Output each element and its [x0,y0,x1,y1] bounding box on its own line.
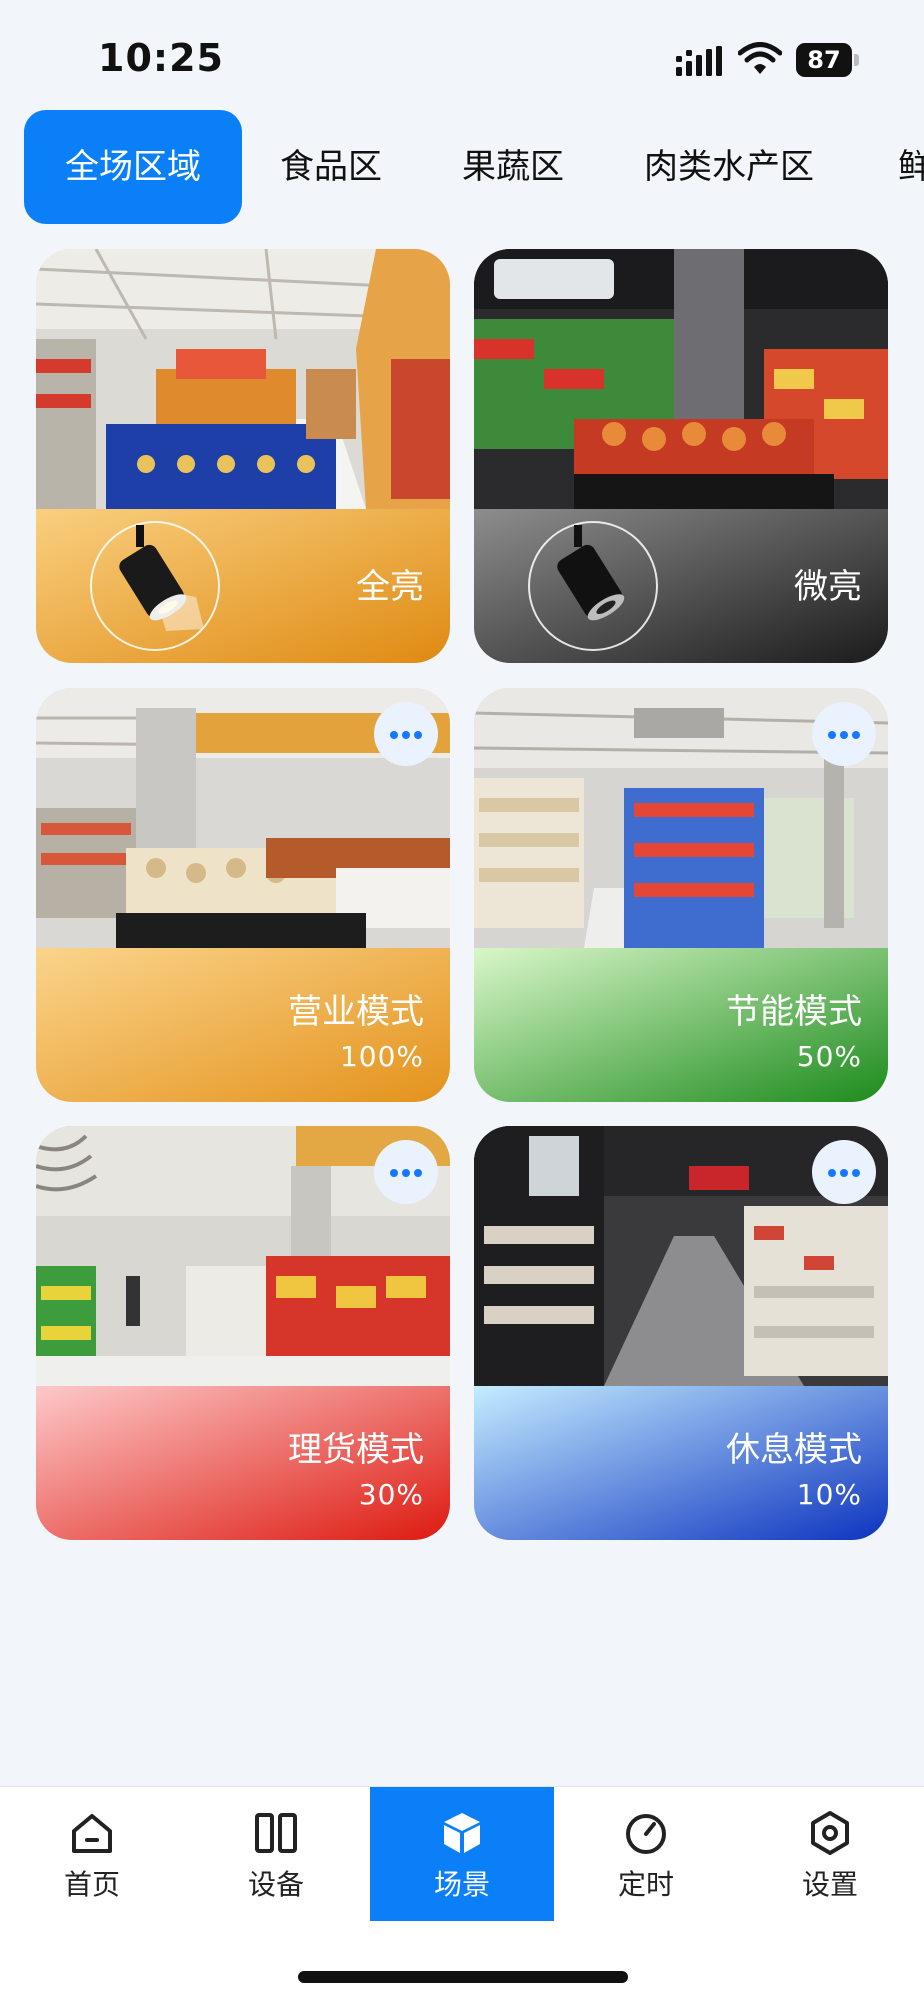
scene-brightness: 100% [339,1040,424,1073]
nav-item-timer[interactable]: 定时 [554,1787,738,1921]
tab-all-zones[interactable]: 全场区域 [24,110,242,224]
battery-level: 87 [807,46,841,74]
nav-item-devices[interactable]: 设备 [184,1787,368,1921]
scene-photo [36,249,450,509]
scene-name: 微亮 [794,567,862,607]
more-dot [414,731,422,739]
nav-item-home[interactable]: 首页 [0,1787,184,1921]
status-bar: 10:25 87 [0,0,924,110]
settings-hex-icon [811,1811,849,1855]
scene-panel: 微亮 [474,509,888,663]
more-options-button[interactable] [812,702,876,766]
devices-icon [255,1813,297,1853]
scene-panel: 休息模式 10% [474,1386,888,1540]
wifi-icon [738,42,782,74]
scene-name: 营业模式 [288,992,424,1032]
bottom-navigation: 首页 设备 场景 定时 设置 [0,1786,924,2000]
more-dot [840,1169,848,1177]
more-dot [390,731,398,739]
tab-fresh-zone[interactable]: 鲜 [898,110,924,224]
status-time: 10:25 [98,36,224,80]
battery-tip [854,54,859,66]
nav-item-scenes[interactable]: 场景 [370,1787,554,1921]
zone-tabs: 全场区域 食品区 果蔬区 肉类水产区 鲜 [0,110,924,226]
scene-card-energy-saving-mode[interactable]: 节能模式 50% [474,688,888,1102]
cellular-signal-icon [676,46,722,76]
scene-name: 休息模式 [726,1430,862,1470]
more-dot [402,1169,410,1177]
scene-panel: 全亮 [36,509,450,663]
more-options-button[interactable] [374,1140,438,1204]
nav-label: 场景 [433,1868,490,1901]
more-options-button[interactable] [374,702,438,766]
scene-brightness: 50% [796,1040,862,1073]
more-dot [402,731,410,739]
nav-label: 首页 [63,1868,120,1901]
nav-label: 定时 [617,1868,674,1901]
spotlight-icon [528,521,658,651]
scene-panel: 营业模式 100% [36,948,450,1102]
scene-name: 理货模式 [288,1430,424,1470]
scene-brightness: 30% [358,1478,424,1511]
more-dot [390,1169,398,1177]
scene-card-rest-mode[interactable]: 休息模式 10% [474,1126,888,1540]
scene-photo [474,249,888,509]
more-dot [852,731,860,739]
scene-brightness: 10% [796,1478,862,1511]
home-indicator [298,1971,628,1983]
scene-panel: 理货模式 30% [36,1386,450,1540]
scene-panel: 节能模式 50% [474,948,888,1102]
tab-meat-seafood-zone[interactable]: 肉类水产区 [644,110,814,224]
scene-cube-icon [444,1813,480,1853]
nav-label: 设备 [247,1868,304,1901]
scene-card-stocking-mode[interactable]: 理货模式 30% [36,1126,450,1540]
tab-food-zone[interactable]: 食品区 [280,110,382,224]
more-options-button[interactable] [812,1140,876,1204]
battery-indicator: 87 [796,43,859,77]
scene-card-full-bright[interactable]: 全亮 [36,249,450,663]
more-dot [828,731,836,739]
spotlight-icon [90,521,220,651]
scene-name: 节能模式 [726,992,862,1032]
scene-card-business-mode[interactable]: 营业模式 100% [36,688,450,1102]
more-dot [414,1169,422,1177]
tab-produce-zone[interactable]: 果蔬区 [462,110,564,224]
home-icon [72,1814,112,1853]
more-dot [840,731,848,739]
more-dot [828,1169,836,1177]
timer-icon [626,1814,666,1854]
scene-name: 全亮 [356,567,424,607]
nav-label: 设置 [801,1868,858,1901]
nav-item-settings[interactable]: 设置 [738,1787,922,1921]
more-dot [852,1169,860,1177]
scene-card-dim[interactable]: 微亮 [474,249,888,663]
